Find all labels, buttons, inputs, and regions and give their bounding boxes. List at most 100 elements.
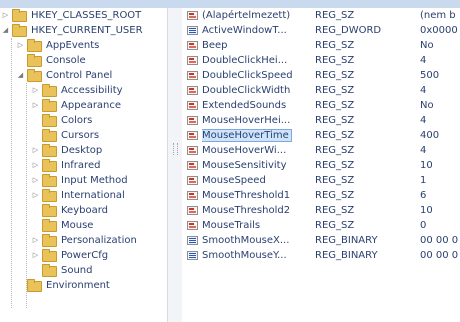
value-name: MouseThreshold1 — [202, 188, 312, 203]
folder-icon — [42, 234, 57, 247]
value-type: REG_SZ — [315, 10, 355, 21]
value-type: REG_SZ — [315, 55, 355, 66]
registry-value-row[interactable]: MouseSensitivity REG_SZ 10 — [182, 158, 460, 173]
value-data: 10 — [420, 160, 433, 171]
binary-value-icon — [187, 236, 198, 245]
value-type: REG_SZ — [315, 85, 355, 96]
value-name-text: MouseHoverHei... — [202, 115, 291, 126]
registry-value-row[interactable]: MouseHoverHei... REG_SZ 4 — [182, 113, 460, 128]
folder-icon — [42, 174, 57, 187]
folder-icon — [42, 99, 57, 112]
folder-icon — [42, 249, 57, 262]
registry-value-row[interactable]: MouseTrails REG_SZ 0 — [182, 218, 460, 233]
value-data: 00 00 0 — [420, 235, 459, 246]
registry-value-row[interactable]: DoubleClickSpeed REG_SZ 500 — [182, 68, 460, 83]
registry-value-row[interactable]: DoubleClickWidth REG_SZ 4 — [182, 83, 460, 98]
value-data: 1 — [420, 175, 427, 186]
expand-arrow-icon[interactable]: ▷ — [32, 248, 39, 263]
value-name: SmoothMouseX... — [202, 233, 312, 248]
folder-icon — [27, 69, 42, 82]
value-type: REG_SZ — [315, 220, 355, 231]
tree-item-label: Keyboard — [61, 205, 109, 216]
string-value-icon — [187, 146, 198, 155]
registry-value-row[interactable]: ExtendedSounds REG_SZ No — [182, 98, 460, 113]
string-value-icon — [187, 176, 198, 185]
registry-value-row[interactable]: (Alapértelmezett) REG_SZ (nem b — [182, 8, 460, 23]
registry-value-row[interactable]: MouseThreshold1 REG_SZ 6 — [182, 188, 460, 203]
value-type: REG_SZ — [315, 70, 355, 81]
value-type: REG_DWORD — [315, 25, 382, 36]
expand-arrow-icon[interactable]: ▷ — [32, 188, 39, 203]
expand-arrow-icon[interactable]: ▷ — [2, 8, 9, 23]
folder-icon — [42, 129, 57, 142]
value-type: REG_SZ — [315, 145, 355, 156]
expand-arrow-icon — [32, 113, 39, 128]
string-value-icon — [187, 206, 198, 215]
tree-item-label: HKEY_CLASSES_ROOT — [31, 10, 142, 21]
value-name: MouseTrails — [202, 218, 312, 233]
value-name: DoubleClickWidth — [202, 83, 312, 98]
value-name: MouseSpeed — [202, 173, 312, 188]
tree-item-label: Infrared — [61, 160, 101, 171]
value-name-text: MouseThreshold1 — [202, 190, 291, 201]
string-value-icon — [187, 116, 198, 125]
folder-icon — [42, 219, 57, 232]
value-type: REG_SZ — [315, 130, 355, 141]
value-data: No — [420, 40, 434, 51]
value-name: MouseHoverTime — [202, 128, 312, 143]
string-value-icon — [187, 11, 198, 20]
expand-arrow-icon — [32, 263, 39, 278]
splitter-grip[interactable] — [173, 143, 178, 155]
value-data: 6 — [420, 190, 427, 201]
expand-arrow-icon[interactable]: ▷ — [32, 173, 39, 188]
value-type: REG_BINARY — [315, 235, 378, 246]
value-data: (nem b — [420, 10, 456, 21]
tree-item-label: Cursors — [61, 130, 100, 141]
registry-value-row[interactable]: ActiveWindowT... REG_DWORD 0x0000 — [182, 23, 460, 38]
value-type: REG_BINARY — [315, 250, 378, 261]
expand-arrow-icon[interactable]: ▷ — [32, 233, 39, 248]
expand-arrow-icon — [32, 203, 39, 218]
registry-value-row[interactable]: Beep REG_SZ No — [182, 38, 460, 53]
expand-arrow-icon[interactable]: ▷ — [32, 98, 39, 113]
expand-arrow-icon[interactable]: ▷ — [32, 143, 39, 158]
registry-key-tree[interactable]: ▷ HKEY_CLASSES_ROOT ◢ HKEY_CURRENT_USER ▷ App… — [0, 8, 167, 322]
registry-value-row[interactable]: MouseSpeed REG_SZ 1 — [182, 173, 460, 188]
registry-values-list[interactable]: (Alapértelmezett) REG_SZ (nem b ActiveWindo… — [182, 8, 460, 322]
value-data: 0 — [420, 220, 427, 231]
registry-value-row[interactable]: MouseHoverTime REG_SZ 400 — [182, 128, 460, 143]
registry-value-row[interactable]: MouseHoverWi... REG_SZ 4 — [182, 143, 460, 158]
tree-item-label: Mouse — [61, 220, 94, 231]
string-value-icon — [187, 86, 198, 95]
value-name-text: MouseHoverWi... — [202, 145, 287, 156]
registry-value-row[interactable]: SmoothMouseY... REG_BINARY 00 00 0 — [182, 248, 460, 263]
folder-icon — [42, 144, 57, 157]
value-name-text: SmoothMouseX... — [202, 235, 290, 246]
value-name: (Alapértelmezett) — [202, 8, 312, 23]
value-data: 4 — [420, 115, 427, 126]
collapse-arrow-icon[interactable]: ◢ — [2, 23, 9, 38]
tree-item-label: Accessibility — [61, 85, 123, 96]
folder-icon — [42, 114, 57, 127]
folder-icon — [12, 24, 27, 37]
value-name: DoubleClickHei... — [202, 53, 312, 68]
expand-arrow-icon[interactable]: ▷ — [32, 158, 39, 173]
expand-arrow-icon[interactable]: ▷ — [17, 38, 24, 53]
pane-splitter[interactable] — [167, 8, 183, 322]
value-data: 10 — [420, 205, 433, 216]
value-type: REG_SZ — [315, 175, 355, 186]
folder-icon — [12, 9, 27, 22]
binary-value-icon — [187, 26, 198, 35]
tree-item-label: Sound — [61, 265, 93, 276]
string-value-icon — [187, 101, 198, 110]
registry-value-row[interactable]: MouseThreshold2 REG_SZ 10 — [182, 203, 460, 218]
expand-arrow-icon[interactable]: ▷ — [32, 83, 39, 98]
registry-value-row[interactable]: SmoothMouseX... REG_BINARY 00 00 0 — [182, 233, 460, 248]
value-data: 400 — [420, 130, 440, 141]
value-name-text: (Alapértelmezett) — [202, 10, 291, 21]
value-data: 4 — [420, 145, 427, 156]
registry-value-row[interactable]: DoubleClickHei... REG_SZ 4 — [182, 53, 460, 68]
collapse-arrow-icon[interactable]: ◢ — [17, 68, 24, 83]
tree-item-label: PowerCfg — [61, 250, 109, 261]
folder-icon — [27, 39, 42, 52]
